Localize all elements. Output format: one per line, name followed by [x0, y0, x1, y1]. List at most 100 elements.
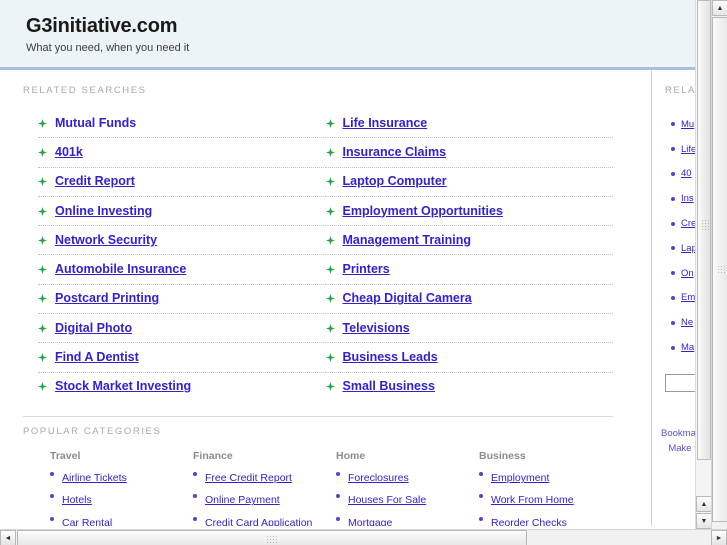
- up-arrow-icon: ▲: [700, 500, 708, 508]
- related-search-link[interactable]: Life Insurance: [343, 116, 428, 130]
- related-search-row: Online Investing: [38, 195, 326, 225]
- category-item: Airline Tickets: [50, 469, 193, 485]
- dot-bullet-icon: [50, 516, 54, 521]
- dot-bullet-icon: [671, 320, 675, 325]
- related-search-row: Automobile Insurance: [38, 254, 326, 283]
- related-search-link[interactable]: Laptop Computer: [343, 174, 447, 188]
- related-search-link[interactable]: Mutual Funds: [55, 116, 136, 130]
- frame-vertical-scrollbar[interactable]: ▲ ▼: [695, 0, 712, 529]
- page-hscroll-thumb[interactable]: [17, 530, 527, 545]
- arrow-bullet-icon: [38, 323, 47, 333]
- related-search-link[interactable]: Find A Dentist: [55, 350, 139, 364]
- sidebar-link[interactable]: Em: [681, 292, 695, 303]
- dot-bullet-icon: [479, 471, 483, 476]
- related-search-row: Printers: [325, 254, 614, 283]
- category-column: Home Foreclosures Houses For Sale Mortgage: [336, 450, 479, 529]
- arrow-bullet-icon: [38, 265, 47, 275]
- arrow-bullet-icon: [325, 177, 335, 187]
- category-column: Travel Airline Tickets Hotels Car Rental: [50, 450, 193, 529]
- sidebar-link[interactable]: Mu: [681, 119, 694, 130]
- related-search-link[interactable]: Employment Opportunities: [343, 204, 503, 218]
- related-search-link[interactable]: Postcard Printing: [55, 291, 159, 305]
- dot-bullet-icon: [193, 516, 197, 521]
- category-column: Business Employment Work From Home Reorder …: [479, 450, 622, 529]
- arrow-bullet-icon: [325, 294, 335, 304]
- related-search-link[interactable]: Printers: [343, 262, 390, 276]
- page-scroll-left-button[interactable]: ◄: [0, 530, 16, 545]
- category-item: Free Credit Report: [193, 469, 336, 485]
- arrow-bullet-icon: [38, 382, 47, 392]
- main-column: RELATED SEARCHES Mutual Funds Life Insura…: [0, 70, 652, 529]
- sidebar-link[interactable]: 40: [681, 168, 692, 179]
- related-search-row: Employment Opportunities: [325, 195, 614, 225]
- arrow-bullet-icon: [325, 323, 335, 333]
- arrow-bullet-icon: [325, 206, 335, 216]
- arrow-bullet-icon: [325, 265, 335, 275]
- related-search-link[interactable]: Credit Report: [55, 174, 135, 188]
- sidebar-link[interactable]: Ins: [681, 193, 694, 204]
- related-search-row: Mutual Funds: [38, 108, 326, 137]
- category-title: Home: [336, 449, 366, 462]
- category-link[interactable]: Hotels: [62, 494, 92, 506]
- dot-bullet-icon: [671, 271, 675, 276]
- category-title: Finance: [193, 449, 233, 462]
- category-link[interactable]: Houses For Sale: [348, 494, 426, 506]
- related-search-link[interactable]: Automobile Insurance: [55, 262, 186, 276]
- related-search-row: Cheap Digital Camera: [325, 283, 614, 313]
- related-search-row: Televisions: [325, 313, 614, 342]
- related-search-link[interactable]: Management Training: [343, 233, 472, 247]
- related-searches-grid: Mutual Funds Life Insurance 401k Insurance …: [0, 108, 651, 401]
- related-search-row: Insurance Claims: [325, 137, 614, 166]
- related-search-link[interactable]: Business Leads: [343, 350, 438, 364]
- category-link[interactable]: Work From Home: [491, 494, 574, 506]
- page-scroll-up-button[interactable]: ▲: [712, 0, 727, 16]
- related-search-link[interactable]: Network Security: [55, 233, 157, 247]
- popular-categories-label: POPULAR CATEGORIES: [23, 425, 162, 437]
- arrow-bullet-icon: [325, 118, 335, 128]
- browser-viewport: G3initiative.com What you need, when you…: [0, 0, 727, 545]
- left-arrow-icon: ◄: [4, 534, 12, 542]
- related-search-row: Business Leads: [325, 342, 614, 371]
- page-scroll-thumb[interactable]: [712, 17, 727, 522]
- page-vertical-scrollbar[interactable]: ▲: [711, 0, 727, 529]
- related-search-link[interactable]: Cheap Digital Camera: [343, 291, 472, 305]
- frame-scroll-thumb[interactable]: [697, 0, 711, 460]
- frame-scroll-down-button[interactable]: ▼: [696, 513, 712, 529]
- category-link[interactable]: Airline Tickets: [62, 472, 127, 484]
- arrow-bullet-icon: [38, 118, 47, 128]
- category-link[interactable]: Online Payment: [205, 494, 280, 506]
- page-scroll-right-button[interactable]: ►: [711, 530, 727, 545]
- related-search-link[interactable]: Small Business: [343, 379, 435, 393]
- related-search-row: Stock Market Investing: [38, 371, 326, 401]
- frame-scroll-up-button[interactable]: ▲: [696, 496, 712, 512]
- page-scroll-grip: [717, 264, 725, 275]
- related-search-link[interactable]: Insurance Claims: [343, 145, 447, 159]
- dot-bullet-icon: [671, 196, 675, 201]
- sidebar-link[interactable]: On: [681, 268, 694, 279]
- related-search-link[interactable]: Televisions: [343, 321, 410, 335]
- site-header: G3initiative.com What you need, when you…: [0, 0, 711, 70]
- dot-bullet-icon: [336, 494, 340, 499]
- related-search-row: Life Insurance: [325, 108, 614, 137]
- related-search-link[interactable]: 401k: [55, 145, 83, 159]
- up-arrow-icon: ▲: [716, 4, 724, 12]
- category-link[interactable]: Free Credit Report: [205, 472, 292, 484]
- category-item: Foreclosures: [336, 469, 479, 485]
- arrow-bullet-icon: [325, 235, 335, 245]
- site-tagline: What you need, when you need it: [26, 42, 190, 54]
- sidebar-link[interactable]: Ne: [681, 317, 693, 328]
- dot-bullet-icon: [193, 494, 197, 499]
- dot-bullet-icon: [671, 122, 675, 127]
- dot-bullet-icon: [671, 147, 675, 152]
- related-search-row: Small Business: [325, 371, 614, 401]
- related-search-link[interactable]: Online Investing: [55, 204, 152, 218]
- related-search-link[interactable]: Digital Photo: [55, 321, 132, 335]
- category-item: Hotels: [50, 491, 193, 507]
- related-search-link[interactable]: Stock Market Investing: [55, 379, 191, 393]
- category-link[interactable]: Employment: [491, 472, 549, 484]
- arrow-bullet-icon: [38, 206, 47, 216]
- page-horizontal-scrollbar[interactable]: ◄ ►: [0, 529, 727, 545]
- sidebar-link[interactable]: Ma: [681, 342, 694, 353]
- category-link[interactable]: Foreclosures: [348, 472, 409, 484]
- category-item: Online Payment: [193, 491, 336, 507]
